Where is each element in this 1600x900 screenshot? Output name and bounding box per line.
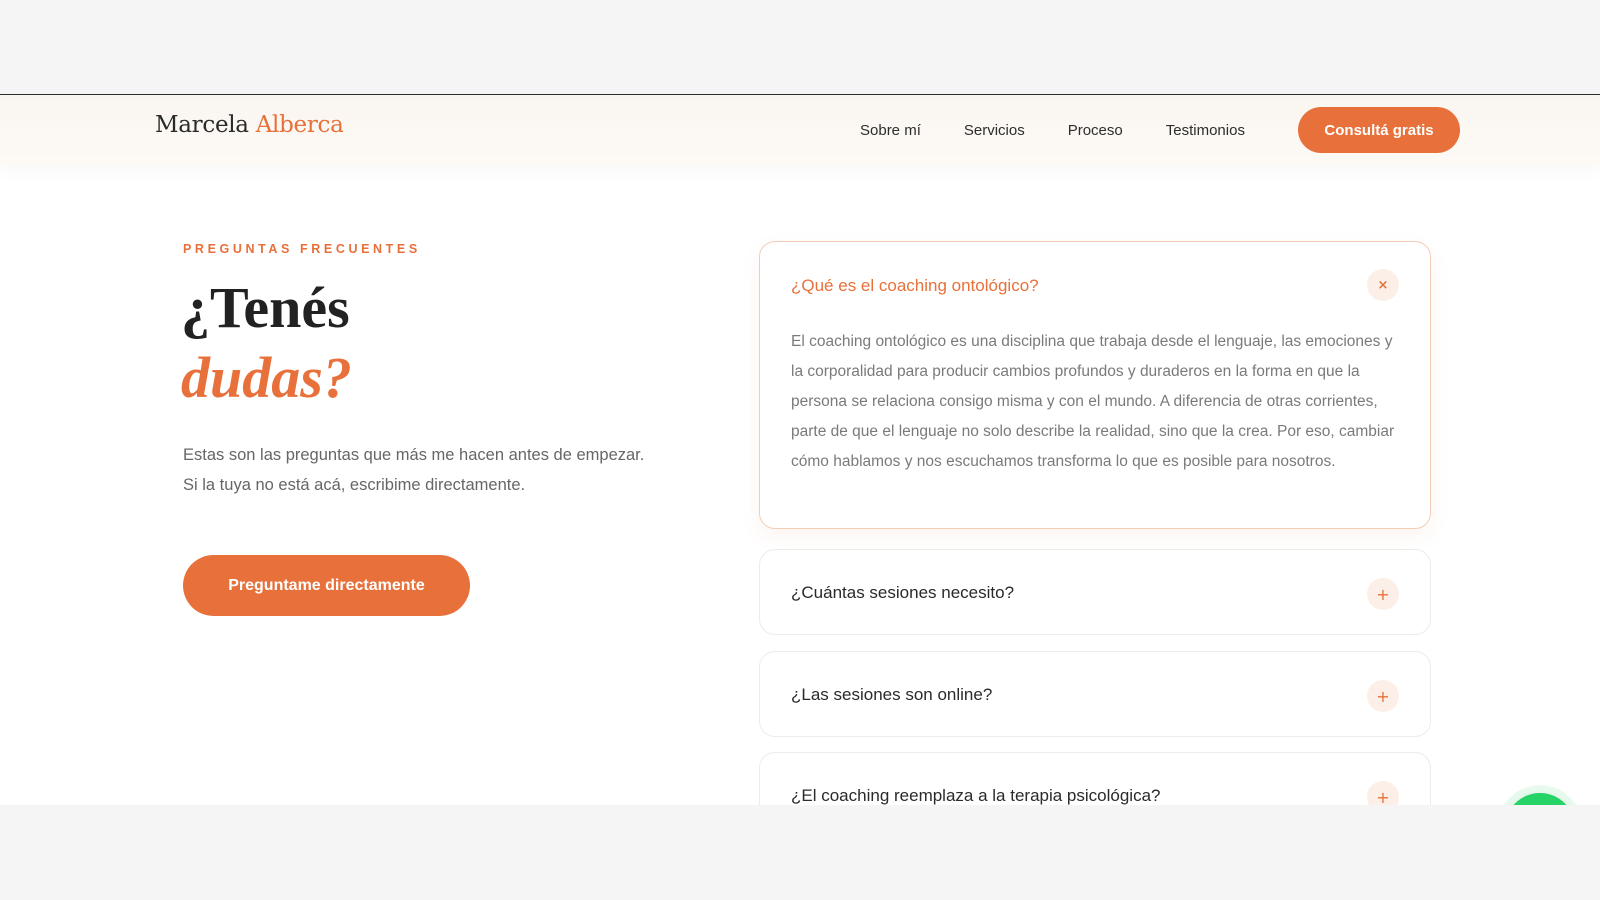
section-eyebrow: PREGUNTAS FRECUENTES [183, 242, 421, 256]
faq-question[interactable]: ¿Qué es el coaching ontológico? [791, 242, 1039, 330]
brand-last-name: Alberca [255, 112, 344, 138]
nav-links: Sobre mí Servicios Proceso Testimonios [860, 95, 1288, 165]
section-title-line1: ¿Tenés [181, 275, 350, 340]
faq-question[interactable]: ¿El coaching reemplaza a la terapia psic… [791, 753, 1160, 805]
section-title: ¿Tenés dudas? [181, 273, 352, 413]
brand-first-name: Marcela [155, 112, 249, 138]
nav-testimonios[interactable]: Testimonios [1166, 122, 1245, 139]
nav-proceso[interactable]: Proceso [1068, 122, 1123, 139]
close-icon[interactable]: × [1367, 269, 1399, 301]
faq-item[interactable]: ¿Las sesiones son online? + [759, 651, 1431, 737]
faq-item-open[interactable]: ¿Qué es el coaching ontológico? × El coa… [759, 241, 1431, 529]
section-title-line2: dudas? [181, 345, 352, 410]
faq-question[interactable]: ¿Las sesiones son online? [791, 652, 992, 738]
whatsapp-button[interactable] [1505, 793, 1575, 805]
nav-servicios[interactable]: Servicios [964, 122, 1025, 139]
plus-icon[interactable]: + [1367, 578, 1399, 610]
section-intro: Estas son las preguntas que más me hacen… [183, 440, 663, 500]
consulta-gratis-button[interactable]: Consultá gratis [1298, 107, 1460, 153]
brand-logo[interactable]: Marcela Alberca [155, 112, 344, 138]
faq-question[interactable]: ¿Cuántas sesiones necesito? [791, 550, 1014, 636]
top-letterbox [0, 0, 1600, 95]
plus-icon[interactable]: + [1367, 781, 1399, 805]
navbar: Marcela Alberca Sobre mí Servicios Proce… [0, 95, 1600, 165]
intro-line1: Estas son las preguntas que más me hacen… [183, 446, 645, 464]
plus-icon[interactable]: + [1367, 680, 1399, 712]
nav-sobre-mi[interactable]: Sobre mí [860, 122, 921, 139]
preguntame-directamente-button[interactable]: Preguntame directamente [183, 555, 470, 616]
intro-line2: Si la tuya no está acá, escribime direct… [183, 476, 526, 494]
faq-item[interactable]: ¿El coaching reemplaza a la terapia psic… [759, 752, 1431, 805]
faq-answer: El coaching ontológico es una disciplina… [791, 333, 1395, 470]
page: Marcela Alberca Sobre mí Servicios Proce… [0, 95, 1600, 805]
faq-item[interactable]: ¿Cuántas sesiones necesito? + [759, 549, 1431, 635]
